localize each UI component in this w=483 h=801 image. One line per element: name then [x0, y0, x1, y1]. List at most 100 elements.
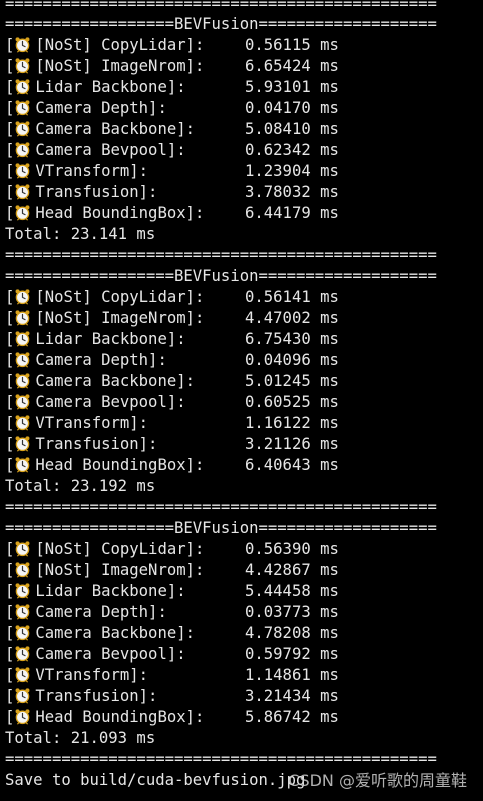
row-bracket: [: [5, 393, 15, 411]
timing-row: [ Transfusion]: 3.78032 ms: [5, 182, 483, 203]
row-bracket: [: [5, 120, 15, 138]
alarm-clock-icon: [14, 120, 31, 137]
timing-row: [Lidar Backbone]: 5.93101 ms: [5, 77, 483, 98]
row-bracket: [: [5, 309, 15, 327]
timing-label: Lidar Backbone]:: [35, 330, 186, 348]
total-line: Total: 23.192 ms: [5, 477, 156, 495]
alarm-clock-icon: [14, 330, 31, 347]
timing-row: [VTransform]: 1.16122 ms: [5, 413, 483, 434]
alarm-clock-icon: [14, 141, 31, 158]
timing-row: [ Head BoundingBox]: 6.40643 ms: [5, 455, 483, 476]
timing-label: [NoSt] CopyLidar]:: [35, 288, 205, 306]
timing-value: 4.78208 ms: [245, 624, 339, 642]
alarm-clock-icon: [14, 162, 31, 179]
timing-label: [NoSt] ImageNrom]:: [35, 57, 205, 75]
timing-value: 1.16122 ms: [245, 414, 339, 432]
timing-value: 6.44179 ms: [245, 204, 339, 222]
timing-row: [ [NoSt] ImageNrom]: 6.65424 ms: [5, 56, 483, 77]
row-bracket: [: [5, 288, 15, 306]
timing-value: 6.65424 ms: [245, 57, 339, 75]
timing-label: [NoSt] CopyLidar]:: [35, 540, 205, 558]
timing-value: 0.04096 ms: [245, 351, 339, 369]
row-bracket: [: [5, 582, 15, 600]
row-bracket: [: [5, 414, 15, 432]
timing-value: 0.59792 ms: [245, 645, 339, 663]
timing-row: [Transfusion]: 3.21434 ms: [5, 686, 483, 707]
row-bracket: [: [5, 372, 15, 390]
row-bracket: [: [5, 351, 15, 369]
timing-label: Head BoundingBox]:: [35, 708, 205, 726]
timing-row: [[NoSt] CopyLidar]: 0.56390 ms: [5, 539, 483, 560]
row-bracket: [: [5, 57, 15, 75]
alarm-clock-icon: [14, 414, 31, 431]
timing-value: 6.40643 ms: [245, 456, 339, 474]
top-separator: ========================================…: [5, 0, 437, 13]
row-bracket: [: [5, 603, 15, 621]
timing-value: 0.56115 ms: [245, 36, 339, 54]
timing-label: [NoSt] CopyLidar]:: [35, 36, 205, 54]
alarm-clock-icon: [14, 57, 31, 74]
timing-label: [NoSt] ImageNrom]:: [35, 309, 205, 327]
row-bracket: [: [5, 183, 15, 201]
alarm-clock-icon: [14, 99, 31, 116]
timing-label: [NoSt] ImageNrom]:: [35, 561, 205, 579]
total-line: Total: 23.141 ms: [5, 225, 156, 243]
row-bracket: [: [5, 204, 15, 222]
timing-row: [Camera Backbone]: 5.01245 ms: [5, 371, 483, 392]
timing-value: 3.78032 ms: [245, 183, 339, 201]
timing-row: [[NoSt] ImageNrom]: 4.42867 ms: [5, 560, 483, 581]
timing-value: 4.42867 ms: [245, 561, 339, 579]
timing-label: Head BoundingBox]:: [35, 456, 205, 474]
alarm-clock-icon: [14, 708, 31, 725]
timing-label: Camera Backbone]:: [35, 120, 195, 138]
timing-row: [ VTransform]: 1.23904 ms: [5, 161, 483, 182]
alarm-clock-icon: [14, 435, 31, 452]
timing-row: [Camera Depth]: 0.04096 ms: [5, 350, 483, 371]
timing-row: [Camera Backbone]: 5.08410 ms: [5, 119, 483, 140]
alarm-clock-icon: [14, 393, 31, 410]
timing-label: Head BoundingBox]:: [35, 204, 205, 222]
timing-value: 0.03773 ms: [245, 603, 339, 621]
row-bracket: [: [5, 141, 15, 159]
block-separator: ========================================…: [5, 498, 437, 516]
row-bracket: [: [5, 456, 15, 474]
timing-label: Camera Bevpool]:: [35, 393, 186, 411]
timing-value: 3.21126 ms: [245, 435, 339, 453]
row-bracket: [: [5, 666, 15, 684]
timing-value: 5.01245 ms: [245, 372, 339, 390]
row-bracket: [: [5, 162, 15, 180]
timing-row: [Head BoundingBox]: 5.86742 ms: [5, 707, 483, 728]
alarm-clock-icon: [14, 687, 31, 704]
watermark: CSDN @爱听歌的周童鞋: [288, 771, 467, 790]
timing-value: 4.47002 ms: [245, 309, 339, 327]
timing-label: Transfusion]:: [35, 183, 158, 201]
timing-value: 0.60525 ms: [245, 393, 339, 411]
timing-label: Transfusion]:: [35, 435, 158, 453]
timing-label: Lidar Backbone]:: [35, 78, 186, 96]
row-bracket: [: [5, 330, 15, 348]
alarm-clock-icon: [14, 309, 31, 326]
alarm-clock-icon: [14, 204, 31, 221]
alarm-clock-icon: [14, 351, 31, 368]
block-header: ==================BEVFusion=============…: [5, 519, 437, 537]
timing-value: 0.56141 ms: [245, 288, 339, 306]
alarm-clock-icon: [14, 645, 31, 662]
row-bracket: [: [5, 687, 15, 705]
block-header: ==================BEVFusion=============…: [5, 267, 437, 285]
timing-value: 0.04170 ms: [245, 99, 339, 117]
timing-label: VTransform]:: [35, 162, 149, 180]
timing-row: [Transfusion]: 3.21126 ms: [5, 434, 483, 455]
alarm-clock-icon: [14, 603, 31, 620]
timing-label: Camera Depth]:: [35, 99, 167, 117]
timing-value: 5.44458 ms: [245, 582, 339, 600]
block-separator: ========================================…: [5, 246, 437, 264]
timing-value: 1.23904 ms: [245, 162, 339, 180]
alarm-clock-icon: [14, 624, 31, 641]
alarm-clock-icon: [14, 666, 31, 683]
row-bracket: [: [5, 708, 15, 726]
timing-row: [ [NoSt] CopyLidar]: 0.56141 ms: [5, 287, 483, 308]
row-bracket: [: [5, 624, 15, 642]
timing-row: [Camera Bevpool]: 0.62342 ms: [5, 140, 483, 161]
timing-row: [Camera Bevpool]: 0.59792 ms: [5, 644, 483, 665]
alarm-clock-icon: [14, 456, 31, 473]
